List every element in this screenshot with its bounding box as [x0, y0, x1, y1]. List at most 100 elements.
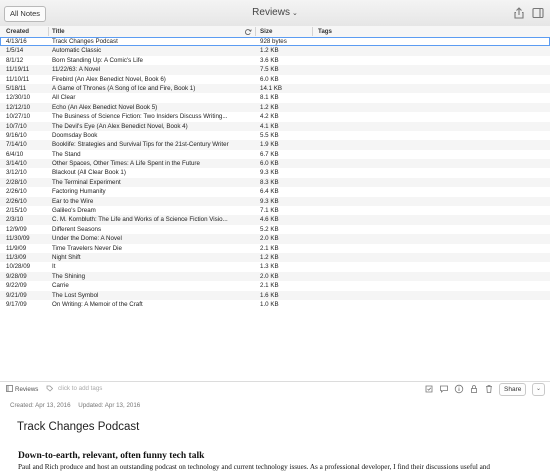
- cell-title: The Devil's Eye (An Alex Benedict Novel,…: [52, 122, 188, 130]
- cell-size: 8.3 KB: [260, 178, 279, 186]
- reminder-icon[interactable]: [424, 384, 434, 394]
- cell-created: 9/22/09: [6, 282, 27, 290]
- cell-size: 4.6 KB: [260, 216, 279, 224]
- cell-size: 2.1 KB: [260, 244, 279, 252]
- table-row[interactable]: 3/14/10 Other Spaces, Other Times: A Life…: [0, 159, 550, 169]
- cell-size: 6.7 KB: [260, 150, 279, 158]
- share-icon[interactable]: [512, 6, 526, 20]
- cell-created: 2/26/10: [6, 197, 27, 205]
- table-row[interactable]: 12/9/09 Different Seasons 5.2 KB: [0, 225, 550, 234]
- cell-title: Night Shift: [52, 253, 81, 261]
- table-row[interactable]: 11/19/11 11/22/63: A Novel 7.5 KB: [0, 65, 550, 75]
- cell-size: 1.0 KB: [260, 300, 279, 308]
- table-row[interactable]: 10/7/10 The Devil's Eye (An Alex Benedict…: [0, 121, 550, 131]
- table-row[interactable]: 7/14/10 Booklife: Strategies and Survival…: [0, 140, 550, 150]
- table-row[interactable]: 3/12/10 Blackout (All Clear Book 1) 9.3 KB: [0, 168, 550, 177]
- table-row[interactable]: 12/30/10 All Clear 8.1 KB: [0, 93, 550, 102]
- table-row[interactable]: 2/3/10 C. M. Kornbluth: The Life and Work…: [0, 215, 550, 225]
- chevron-down-icon: ⌄: [291, 10, 298, 17]
- cell-created: 11/19/11: [6, 66, 30, 74]
- table-row[interactable]: 2/28/10 The Terminal Experiment 8.3 KB: [0, 177, 550, 188]
- cell-created: 5/18/11: [6, 84, 27, 92]
- tag-icon: [46, 385, 53, 392]
- table-row[interactable]: 11/9/09 Time Travelers Never Die 2.1 KB: [0, 244, 550, 253]
- cell-created: 6/4/10: [6, 150, 24, 158]
- note-heading[interactable]: Down-to-earth, relevant, often funny tec…: [18, 451, 204, 461]
- column-divider[interactable]: [48, 27, 49, 36]
- table-row[interactable]: 4/13/16 Track Changes Podcast 928 bytes: [0, 37, 550, 47]
- updated-date: Updated: Apr 13, 2016: [78, 402, 141, 409]
- note-notebook[interactable]: Reviews: [6, 385, 38, 393]
- table-row[interactable]: 9/16/10 Doomsday Book 5.5 KB: [0, 131, 550, 140]
- cell-created: 12/30/10: [6, 94, 31, 102]
- notebook-title: Reviews: [252, 7, 290, 18]
- cell-size: 1.2 KB: [260, 253, 279, 261]
- cell-size: 6.0 KB: [260, 75, 279, 83]
- column-created[interactable]: Created: [6, 26, 29, 37]
- table-row[interactable]: 5/18/11 A Game of Thrones (A Song of Ice …: [0, 83, 550, 94]
- cell-title: Factoring Humanity: [52, 188, 106, 196]
- cell-title: Blackout (All Clear Book 1): [52, 169, 126, 177]
- cell-created: 1/5/14: [6, 47, 24, 55]
- tags-input[interactable]: click to add tags: [58, 385, 102, 392]
- cell-created: 9/16/10: [6, 131, 27, 139]
- table-row[interactable]: 9/17/09 On Writing: A Memoir of the Craft…: [0, 300, 550, 309]
- cell-title: Different Seasons: [52, 225, 102, 233]
- info-icon[interactable]: [454, 384, 464, 394]
- cell-size: 5.5 KB: [260, 131, 279, 139]
- column-divider[interactable]: [312, 27, 313, 36]
- notebook-icon: [6, 385, 13, 392]
- cell-created: 2/3/10: [6, 216, 24, 224]
- notebook-selector[interactable]: Reviews ⌄: [0, 7, 550, 18]
- cell-created: 3/14/10: [6, 160, 27, 168]
- table-row[interactable]: 1/5/14 Automatic Classic 1.2 KB: [0, 46, 550, 56]
- table-row[interactable]: 8/1/12 Born Standing Up: A Comic's Life 3.…: [0, 56, 550, 65]
- column-tags[interactable]: Tags: [318, 26, 332, 37]
- column-divider[interactable]: [255, 27, 256, 36]
- cell-title: Galileo's Dream: [52, 207, 96, 215]
- column-title[interactable]: Title: [52, 26, 65, 37]
- chat-icon[interactable]: [439, 384, 449, 394]
- cell-title: Booklife: Strategies and Survival Tips f…: [52, 141, 229, 149]
- cell-size: 1.2 KB: [260, 103, 279, 111]
- table-row[interactable]: 2/26/10 Factoring Humanity 6.4 KB: [0, 187, 550, 196]
- cell-size: 3.6 KB: [260, 56, 279, 64]
- cell-title: It: [52, 263, 56, 271]
- table-row[interactable]: 10/27/10 The Business of Science Fiction:…: [0, 112, 550, 121]
- cell-size: 9.3 KB: [260, 197, 279, 205]
- share-button[interactable]: Share: [499, 383, 527, 396]
- cell-size: 1.3 KB: [260, 263, 279, 271]
- table-row[interactable]: 11/3/09 Night Shift 1.2 KB: [0, 252, 550, 263]
- table-row[interactable]: 9/22/09 Carrie 2.1 KB: [0, 281, 550, 290]
- table-row[interactable]: 11/30/09 Under the Dome: A Novel 2.0 KB: [0, 234, 550, 244]
- cell-created: 3/12/10: [6, 169, 27, 177]
- cell-created: 9/21/09: [6, 291, 27, 299]
- lock-icon[interactable]: [469, 384, 479, 394]
- share-menu-button[interactable]: ⌄: [532, 383, 545, 396]
- table-row[interactable]: 6/4/10 The Stand 6.7 KB: [0, 150, 550, 159]
- table-row[interactable]: 12/12/10 Echo (An Alex Benedict Novel Boo…: [0, 102, 550, 113]
- cell-created: 10/7/10: [6, 122, 27, 130]
- created-date: Created: Apr 13, 2016: [10, 402, 71, 409]
- note-title[interactable]: Track Changes Podcast: [17, 421, 139, 433]
- table-body: 4/13/16 Track Changes Podcast 928 bytes 1/5…: [0, 37, 550, 309]
- table-row[interactable]: 9/28/09 The Shining 2.0 KB: [0, 271, 550, 282]
- table-row[interactable]: 2/15/10 Galileo's Dream 7.1 KB: [0, 206, 550, 215]
- presentation-icon[interactable]: [531, 6, 545, 20]
- cell-title: Echo (An Alex Benedict Novel Book 5): [52, 103, 158, 111]
- cell-size: 7.5 KB: [260, 66, 279, 74]
- column-size[interactable]: Size: [260, 26, 272, 37]
- note-bar: Reviews click to add tags Share ⌄: [0, 381, 550, 396]
- table-row[interactable]: 2/26/10 Ear to the Wire 9.3 KB: [0, 196, 550, 207]
- cell-created: 2/28/10: [6, 178, 27, 186]
- table-row[interactable]: 11/10/11 Firebird (An Alex Benedict Novel…: [0, 75, 550, 84]
- table-row[interactable]: 10/28/09 It 1.3 KB: [0, 262, 550, 271]
- cell-size: 7.1 KB: [260, 207, 279, 215]
- note-body[interactable]: Paul and Rich produce and host an outsta…: [18, 463, 550, 471]
- cell-size: 14.1 KB: [260, 84, 283, 92]
- cell-created: 12/9/09: [6, 225, 27, 233]
- cell-title: Ear to the Wire: [52, 197, 94, 205]
- cell-title: The Business of Science Fiction: Two Ins…: [52, 113, 228, 121]
- table-row[interactable]: 9/21/09 The Lost Symbol 1.6 KB: [0, 290, 550, 300]
- trash-icon[interactable]: [484, 384, 494, 394]
